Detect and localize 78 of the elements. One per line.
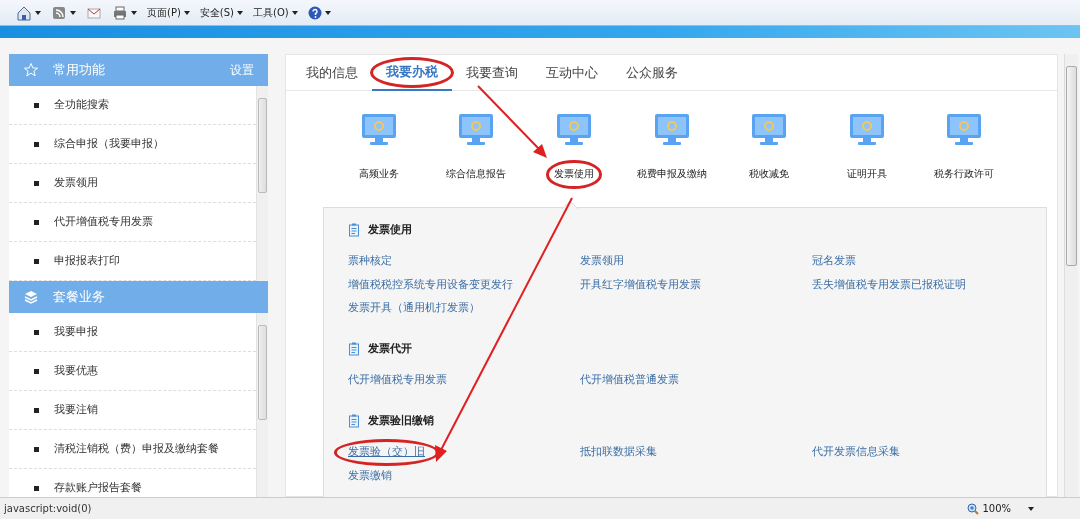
- monitor-icon[interactable]: [457, 113, 496, 146]
- service-link[interactable]: 代开发票信息采集: [812, 444, 900, 461]
- service-link[interactable]: 代开增值税专用发票: [348, 372, 447, 389]
- help-icon: [307, 5, 322, 20]
- service-link[interactable]: 抵扣联数据采集: [580, 444, 657, 461]
- scrollbar-thumb[interactable]: [1066, 66, 1077, 266]
- panel-title: 常用功能: [53, 61, 106, 80]
- home-icon: [16, 4, 32, 21]
- clipboard-icon: [348, 341, 360, 356]
- service-link[interactable]: 票种核定: [348, 253, 392, 270]
- toolbar-button[interactable]: [14, 4, 43, 21]
- bullet-icon: [34, 141, 39, 147]
- monitor-icon[interactable]: [945, 113, 984, 146]
- service-link[interactable]: 证明开具: [846, 166, 887, 181]
- rss-feed-icon: [51, 4, 67, 21]
- bullet-icon: [34, 180, 39, 186]
- service-link[interactable]: 发票开具（通用机打发票）: [348, 300, 480, 317]
- tab[interactable]: 互动中心: [532, 55, 612, 91]
- bullet-icon: [34, 407, 39, 413]
- section-title: 发票使用: [368, 221, 412, 238]
- zoom-icon: [967, 502, 980, 515]
- monitor-icon[interactable]: [750, 113, 789, 146]
- service-link[interactable]: 发票领用: [580, 253, 624, 270]
- monitor-icon[interactable]: [847, 113, 886, 146]
- service-link[interactable]: 发票缴销: [348, 467, 392, 484]
- service-link[interactable]: 税费申报及缴纳: [636, 166, 707, 181]
- scrollbar[interactable]: [256, 86, 268, 281]
- service-link[interactable]: 综合信息报告: [446, 166, 507, 181]
- menu-button[interactable]: 安全(S): [197, 5, 245, 20]
- tab[interactable]: 我要查询: [452, 55, 532, 91]
- scrollbar[interactable]: [256, 313, 268, 497]
- layers-icon: [23, 289, 39, 305]
- menu-button[interactable]: 工具(O): [251, 5, 300, 20]
- printer-icon: [112, 4, 128, 21]
- clipboard-icon: [348, 222, 360, 237]
- monitor-icon[interactable]: [554, 113, 593, 146]
- service-link[interactable]: 发票验（交）旧: [348, 445, 425, 458]
- bullet-icon: [34, 368, 39, 374]
- scrollbar[interactable]: [1064, 54, 1078, 497]
- service-link[interactable]: 税收减免: [749, 166, 790, 181]
- caret-icon: [291, 10, 298, 15]
- service-link[interactable]: 税务行政许可: [934, 166, 995, 181]
- service-link[interactable]: 发票使用: [553, 168, 594, 179]
- caret-icon: [324, 10, 331, 15]
- menu-button[interactable]: 页面(P): [145, 5, 192, 20]
- monitor-icon[interactable]: [652, 113, 691, 146]
- section-title: 发票验旧缴销: [368, 412, 434, 429]
- caret-icon: [237, 10, 243, 15]
- bullet-icon: [34, 258, 39, 264]
- service-link[interactable]: 冠名发票: [812, 253, 856, 270]
- tab[interactable]: 我的信息: [292, 55, 372, 91]
- monitor-icon[interactable]: [359, 113, 398, 146]
- bullet-icon: [34, 102, 39, 108]
- service-link[interactable]: 丢失增值税专用发票已报税证明: [812, 276, 966, 293]
- service-link[interactable]: 开具红字增值税专用发票: [580, 276, 701, 293]
- caret-icon: [70, 10, 76, 15]
- bullet-icon: [34, 329, 39, 335]
- zoom-button[interactable]: 100%: [965, 501, 1036, 516]
- bullet-icon: [34, 219, 39, 225]
- service-link[interactable]: 代开增值税普通发票: [580, 372, 679, 389]
- scrollbar-thumb[interactable]: [258, 98, 267, 193]
- caret-icon: [183, 10, 190, 15]
- caret-icon: [1028, 506, 1034, 511]
- status-text: javascript:void(0): [4, 502, 92, 516]
- caret-icon: [35, 10, 41, 15]
- section-title: 发票代开: [368, 340, 412, 357]
- tab[interactable]: 我要办税: [372, 55, 452, 91]
- panel-title: 套餐业务: [53, 288, 106, 307]
- caret-icon: [131, 10, 137, 15]
- tab[interactable]: 公众服务: [612, 55, 692, 91]
- service-link[interactable]: 高频业务: [358, 166, 399, 181]
- bullet-icon: [34, 485, 39, 491]
- scrollbar-thumb[interactable]: [258, 325, 267, 420]
- star-icon: [23, 62, 39, 78]
- bullet-icon: [34, 446, 39, 452]
- annotation-ellipse: [545, 160, 602, 189]
- service-link[interactable]: 增值税税控系统专用设备变更发行: [348, 276, 513, 293]
- clipboard-icon: [348, 413, 360, 428]
